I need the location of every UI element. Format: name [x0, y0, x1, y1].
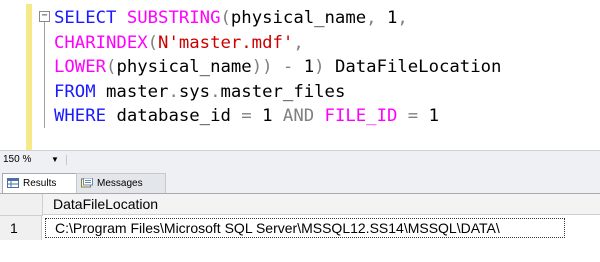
tab-messages[interactable]: Messages — [76, 173, 166, 193]
code-token: database_id — [116, 106, 242, 126]
tab-results-label: Results — [23, 178, 57, 189]
chevron-down-icon[interactable]: ▼ — [51, 153, 59, 167]
code-token: )) — [251, 57, 283, 77]
results-grid: DataFileLocation 1 C:\Program Files\Micr… — [0, 193, 600, 262]
code-token: . — [210, 81, 221, 102]
tab-messages-label: Messages — [97, 178, 143, 189]
code-token: ( — [106, 57, 117, 77]
row-number[interactable]: 1 — [0, 216, 42, 240]
code-line[interactable]: FROM master.sys.master_files — [54, 80, 501, 105]
code-token: 1 — [428, 106, 440, 126]
code-token: ) — [314, 57, 335, 77]
code-token: physical_name — [116, 57, 252, 77]
change-marker — [26, 4, 32, 150]
code-token: sys — [178, 81, 211, 102]
code-token: N'master.mdf' — [158, 32, 294, 53]
code-line[interactable]: SELECT SUBSTRING(physical_name, 1, — [54, 6, 501, 31]
query-editor[interactable]: − SELECT SUBSTRING(physical_name, 1, CHAR… — [0, 0, 600, 150]
horizontal-scrollbar[interactable] — [66, 155, 597, 165]
code-token: SELECT — [54, 8, 127, 28]
code-token: - — [282, 57, 304, 77]
code-token: physical_name — [230, 8, 367, 28]
code-token: , — [293, 32, 304, 53]
code-token: 1 — [262, 106, 283, 126]
code-token: AND — [282, 106, 325, 126]
code-line[interactable]: CHARINDEX(N'master.mdf', — [54, 31, 501, 56]
code-line[interactable]: WHERE database_id = 1 AND FILE_ID = 1 — [54, 104, 501, 129]
code-token: WHERE — [54, 106, 117, 126]
zoom-bar: 150 % ▼ — [0, 150, 600, 169]
code-token: DataFileLocation — [334, 57, 502, 77]
grid-corner[interactable] — [0, 194, 43, 216]
code-token: FILE_ID — [324, 106, 398, 126]
results-tabs: Results Messages — [0, 169, 600, 193]
collapse-toggle[interactable]: − — [39, 11, 50, 22]
code-token: ( — [147, 32, 159, 53]
code-token: master_files — [220, 81, 346, 102]
result-cell[interactable]: C:\Program Files\Microsoft SQL Server\MS… — [45, 218, 565, 238]
code-token: = — [407, 106, 429, 126]
sql-code[interactable]: SELECT SUBSTRING(physical_name, 1, CHARIN… — [54, 6, 501, 129]
outline-line — [44, 22, 45, 128]
code-token: ( — [220, 8, 231, 28]
zoom-value: 150 % — [3, 154, 32, 165]
column-header[interactable]: DataFileLocation — [43, 194, 600, 215]
code-token: CHARINDEX — [54, 32, 148, 53]
code-token: 1 — [386, 8, 398, 28]
code-token: SUBSTRING — [126, 8, 221, 28]
code-token: LOWER — [54, 57, 107, 77]
code-token: 1 — [303, 57, 315, 77]
code-token: master — [106, 81, 169, 102]
code-token: , — [397, 8, 408, 28]
code-token: , — [366, 8, 387, 28]
code-token: FROM — [54, 81, 107, 102]
code-token: . — [168, 81, 179, 102]
code-token: = — [241, 106, 263, 126]
grid-icon — [7, 178, 19, 188]
zoom-dropdown[interactable]: 150 % ▼ — [3, 153, 63, 167]
code-line[interactable]: LOWER(physical_name)) - 1) DataFileLocat… — [54, 55, 501, 80]
messages-icon — [81, 178, 93, 188]
